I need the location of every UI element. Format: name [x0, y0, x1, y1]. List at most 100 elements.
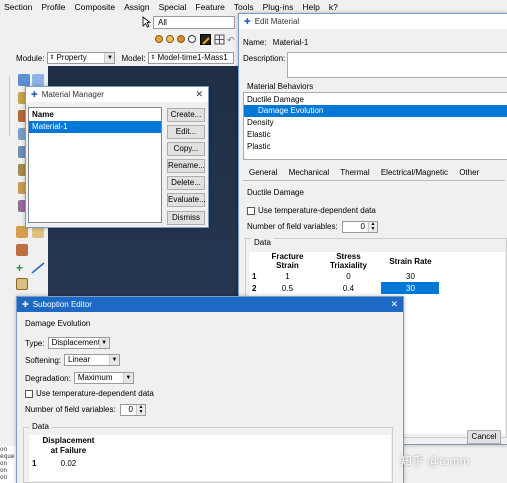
table-cell[interactable]: 1 [259, 270, 315, 282]
close-icon[interactable]: ✕ [390, 299, 398, 310]
temp-dep-checkbox[interactable] [247, 206, 255, 215]
degradation-combo[interactable]: Maximum ▼ [73, 372, 134, 384]
field-vars-value: 0 [360, 222, 365, 231]
selection-filter-combo[interactable]: All [153, 16, 235, 29]
table-cell[interactable]: 30 [381, 270, 439, 282]
menu-assign[interactable]: Assign [124, 2, 150, 12]
softening-value: Linear [68, 355, 91, 364]
menu-tools[interactable]: Tools [234, 2, 254, 12]
field-vars-spinner[interactable]: 0 ▲ ▼ [341, 221, 378, 233]
chevron-down-icon: ▼ [109, 355, 120, 365]
col-header-stress-triaxiality: Stress Triaxiality [315, 252, 382, 270]
close-icon[interactable]: ✕ [195, 89, 203, 100]
menu-profile[interactable]: Profile [41, 2, 65, 12]
rename-button[interactable]: Rename... [167, 159, 205, 173]
softening-row: Softening: Linear ▼ [25, 354, 121, 366]
query-tool-icon[interactable] [200, 34, 211, 45]
table-cell[interactable]: 0.5 [259, 282, 315, 294]
tab-electrical-magnetic[interactable]: Electrical/Magnetic [381, 168, 448, 177]
table-cell[interactable]: 0.02 [39, 457, 97, 469]
name-label: Name: [243, 38, 267, 47]
name-value: Material-1 [272, 38, 309, 47]
menu-composite[interactable]: Composite [74, 2, 115, 12]
spinner-arrows-icon[interactable]: ▲ ▼ [135, 405, 145, 415]
undo-icon[interactable]: ↶ [227, 35, 237, 45]
material-manager-titlebar[interactable]: ✚ Material Manager ✕ [26, 87, 208, 102]
behavior-item[interactable]: Plastic [244, 141, 507, 153]
damage-evolution-title: Damage Evolution [25, 319, 91, 328]
table-row: 2 0.5 0.4 30 [249, 282, 440, 294]
dismiss-button[interactable]: Dismiss [167, 211, 205, 225]
toolbox-handle[interactable] [2, 76, 10, 136]
window-icon: ✚ [244, 17, 251, 26]
menu-feature[interactable]: Feature [196, 2, 225, 12]
temp-dep-row: Use temperature-dependent data [247, 206, 376, 215]
table-cell[interactable]: 0.4 [315, 282, 381, 294]
plus-icon[interactable]: + [16, 261, 23, 275]
window-icon: ✚ [22, 300, 29, 309]
tab-thermal[interactable]: Thermal [340, 168, 369, 177]
module-combo[interactable]: ⇕ Property ▼ [47, 52, 116, 64]
softening-label: Softening: [25, 355, 62, 365]
sub-data-table-container: Displacement at Failure 1 0.02 [29, 435, 391, 481]
grid-icon[interactable] [214, 34, 225, 45]
edit-button[interactable]: Edit... [167, 125, 205, 139]
render-style-icon[interactable] [155, 35, 163, 43]
chevron-down-icon: ▼ [98, 338, 109, 348]
create-material-icon[interactable] [18, 74, 30, 86]
material-manager-icon[interactable] [32, 74, 44, 86]
behavior-item-selected[interactable]: Damage Evolution [244, 105, 507, 117]
behavior-category-tabs: General Mechanical Thermal Electrical/Ma… [249, 168, 488, 177]
tab-other[interactable]: Other [459, 168, 479, 177]
copy-button[interactable]: Copy... [167, 142, 205, 156]
table-cell-selected[interactable]: 30 [381, 282, 440, 294]
table-cell[interactable]: 0 [315, 270, 381, 282]
cancel-button[interactable]: Cancel [467, 430, 501, 444]
degradation-value: Maximum [77, 373, 113, 382]
skeleton-icon[interactable] [16, 244, 28, 256]
edit-material-titlebar[interactable]: ✚ Edit Material [239, 14, 507, 29]
watermark: 知乎 @tomm [400, 454, 470, 468]
select-arrow-icon[interactable] [142, 16, 152, 28]
menu-plug-ins[interactable]: Plug-ins [263, 2, 294, 12]
menu-section[interactable]: Section [4, 2, 32, 12]
sub-temp-dep-checkbox[interactable] [25, 389, 33, 398]
material-list-item-selected[interactable]: Material-1 [29, 121, 161, 133]
description-field[interactable] [287, 52, 507, 78]
model-combo[interactable]: ⇕ Model-time1-Mass1 [148, 52, 235, 64]
behavior-item[interactable]: Density [244, 117, 507, 129]
softening-combo[interactable]: Linear ▼ [64, 354, 121, 366]
suboption-editor-titlebar[interactable]: ✚ Suboption Editor ✕ [17, 297, 403, 312]
create-button[interactable]: Create... [167, 108, 205, 122]
window-icon: ✚ [31, 90, 38, 99]
spinner-arrows-icon[interactable]: ▲ ▼ [367, 222, 377, 232]
sub-field-vars-value: 0 [128, 405, 133, 414]
evaluate-button[interactable]: Evaluate... [167, 193, 206, 207]
table-tool-icon[interactable] [16, 278, 28, 290]
behavior-item[interactable]: Ductile Damage [244, 93, 507, 105]
edit-material-title: Edit Material [254, 17, 300, 26]
table-row: 1 0.02 [29, 457, 97, 469]
row-index: 2 [252, 283, 257, 293]
wireframe-icon[interactable] [188, 35, 196, 43]
sub-field-vars-spinner[interactable]: 0 ▲ ▼ [119, 404, 146, 416]
menu-special[interactable]: Special [159, 2, 187, 12]
tab-general[interactable]: General [249, 168, 277, 177]
material-name-row: Name: Material-1 [243, 38, 308, 47]
menu-help[interactable]: Help [302, 2, 319, 12]
col-header-line-2: at Failure [50, 446, 87, 455]
ductile-damage-section-title: Ductile Damage [247, 188, 304, 197]
type-label: Type: [25, 338, 45, 348]
tab-mechanical[interactable]: Mechanical [289, 168, 329, 177]
line-tool-icon[interactable] [31, 262, 45, 274]
menu-context-help[interactable]: k? [329, 2, 338, 12]
message-line: on [0, 446, 8, 453]
message-line: on [0, 460, 8, 467]
type-combo[interactable]: Displacement ▼ [47, 337, 110, 349]
shaded-icon[interactable] [166, 35, 174, 43]
behavior-item[interactable]: Elastic [244, 129, 507, 141]
field-vars-label: Number of field variables: [247, 222, 338, 232]
hidden-line-icon[interactable] [177, 35, 185, 43]
delete-button[interactable]: Delete... [167, 176, 205, 190]
message-line: eque [0, 453, 15, 460]
